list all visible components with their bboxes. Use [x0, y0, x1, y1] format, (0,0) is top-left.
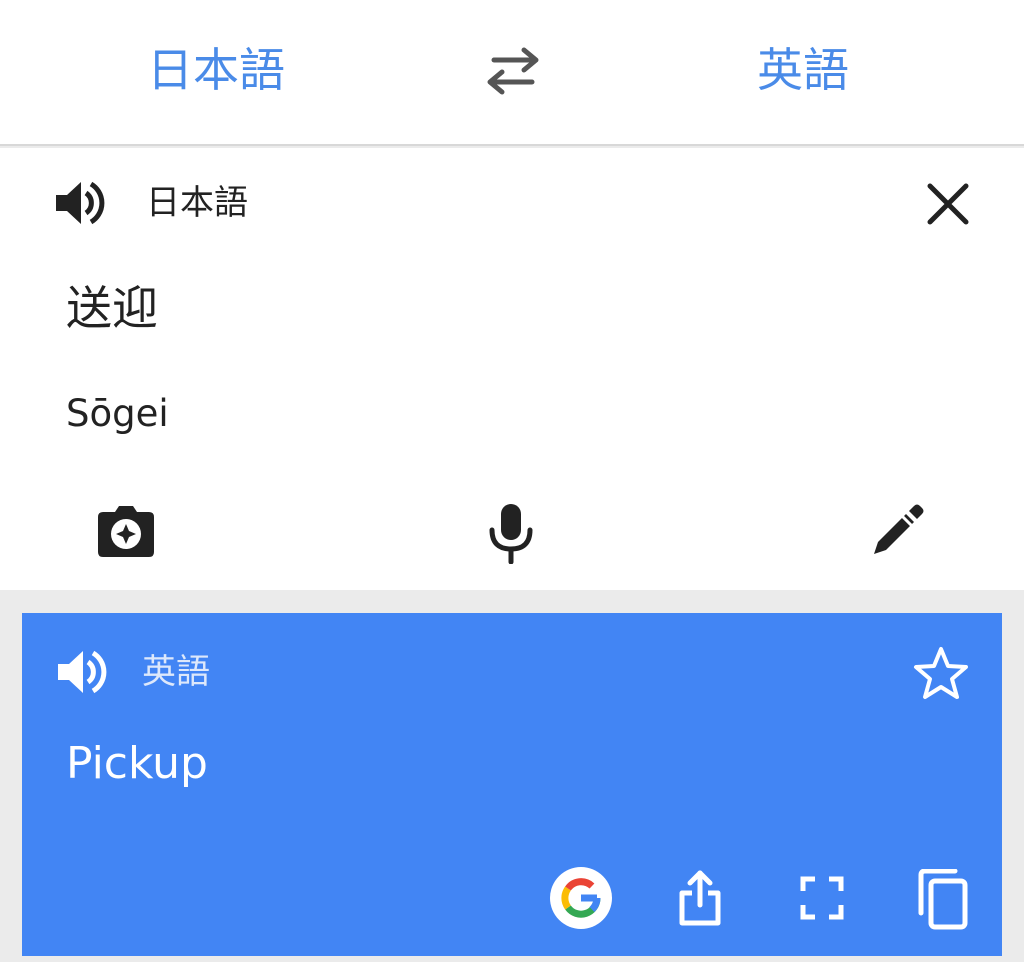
pen-icon[interactable]	[868, 500, 928, 560]
translation-result-card: 英語 Pickup	[22, 613, 1002, 956]
romanization-text: Sōgei	[66, 392, 169, 435]
camera-icon[interactable]	[96, 504, 156, 558]
fullscreen-icon[interactable]	[799, 875, 845, 921]
input-card: 日本語 送迎 Sōgei	[0, 148, 1024, 590]
close-icon[interactable]	[922, 178, 974, 230]
google-logo-icon[interactable]	[550, 867, 612, 929]
speaker-icon[interactable]	[52, 178, 110, 228]
star-outline-icon[interactable]	[912, 645, 970, 701]
share-icon[interactable]	[678, 869, 722, 927]
source-language-label: 日本語	[146, 183, 248, 223]
speaker-icon[interactable]	[54, 647, 112, 697]
source-language-button[interactable]: 日本語	[147, 38, 285, 102]
target-language-button[interactable]: 英語	[757, 38, 849, 102]
swap-languages-icon[interactable]	[482, 46, 544, 96]
bottom-background	[0, 956, 1024, 962]
translation-text: Pickup	[66, 738, 208, 789]
copy-icon[interactable]	[913, 868, 969, 931]
target-language-label: 英語	[142, 652, 210, 692]
language-selector-bar: 日本語 英語	[0, 0, 1024, 146]
microphone-icon[interactable]	[486, 502, 536, 565]
source-text[interactable]: 送迎	[66, 276, 158, 340]
